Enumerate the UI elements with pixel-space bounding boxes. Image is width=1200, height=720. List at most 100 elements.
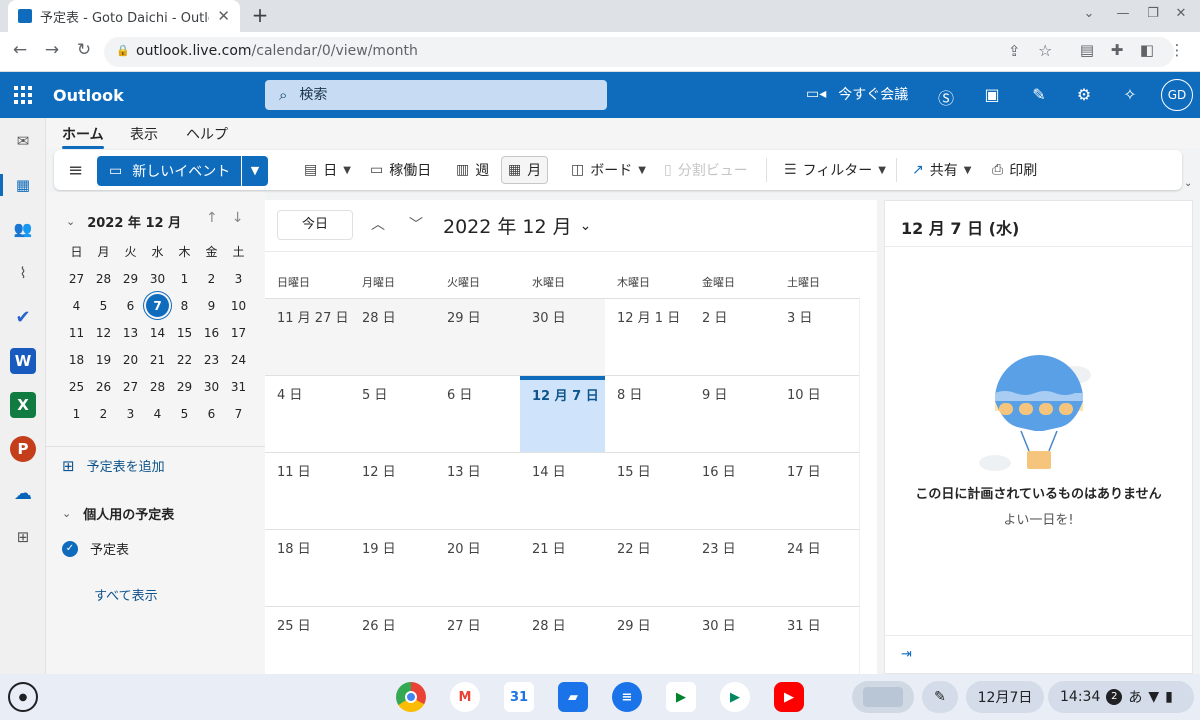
day-cell[interactable]: 27 日 bbox=[435, 607, 520, 683]
mini-day[interactable]: 10 bbox=[225, 292, 252, 319]
share-page-icon[interactable]: ⇪ bbox=[1008, 42, 1021, 60]
day-cell[interactable]: 28 日 bbox=[520, 607, 605, 683]
mail-icon[interactable]: ✉ bbox=[10, 128, 36, 154]
board-view-button[interactable]: ◫ ボード ▼ bbox=[565, 156, 652, 184]
mini-day[interactable]: 4 bbox=[63, 292, 90, 319]
reload-icon[interactable]: ↻ bbox=[72, 40, 96, 60]
my-day-icon[interactable]: ✎ bbox=[1028, 85, 1050, 104]
month-view-button[interactable]: ▦ 月 bbox=[501, 156, 549, 184]
messages-icon[interactable]: ≡ bbox=[612, 682, 642, 712]
word-icon[interactable]: W bbox=[10, 348, 36, 374]
collapse-chevron-icon[interactable]: ⌄ bbox=[66, 215, 75, 228]
mini-day[interactable]: 4 bbox=[144, 400, 171, 427]
day-cell[interactable]: 5 日 bbox=[350, 376, 435, 452]
calendar-icon[interactable]: ▦ bbox=[0, 172, 36, 198]
day-cell[interactable]: 18 日 bbox=[265, 530, 350, 606]
tips-lightbulb-icon[interactable]: ✧ bbox=[1119, 85, 1141, 104]
side-panel-icon[interactable]: ◧ bbox=[1136, 41, 1158, 59]
restore-icon[interactable]: ❐ bbox=[1142, 6, 1164, 21]
calendar-item[interactable]: ✓ 予定表 bbox=[62, 539, 129, 558]
forward-icon[interactable]: → bbox=[40, 40, 64, 60]
mini-day[interactable]: 16 bbox=[198, 319, 225, 346]
day-cell[interactable]: 6 日 bbox=[435, 376, 520, 452]
status-area[interactable]: 14:34 2 あ ▼ ▮ bbox=[1048, 681, 1194, 713]
mini-day-today[interactable]: 7 bbox=[146, 294, 169, 317]
more-apps-icon[interactable]: ⊞ bbox=[10, 524, 36, 550]
meet-now-button[interactable]: ▭◂ 今すぐ会議 bbox=[806, 84, 908, 104]
mini-day[interactable]: 14 bbox=[144, 319, 171, 346]
mini-day[interactable]: 15 bbox=[171, 319, 198, 346]
month-title[interactable]: 2022 年 12 月 ⌄ bbox=[443, 212, 591, 239]
day-cell[interactable]: 26 日 bbox=[350, 607, 435, 683]
day-cell[interactable]: 21 日 bbox=[520, 530, 605, 606]
day-cell[interactable]: 12 月 1 日 bbox=[605, 299, 690, 375]
browser-menu-icon[interactable]: ⋮ bbox=[1166, 41, 1188, 59]
close-window-icon[interactable]: ✕ bbox=[1170, 6, 1192, 21]
excel-icon[interactable]: X bbox=[10, 392, 36, 418]
hamburger-menu-icon[interactable]: ≡ bbox=[62, 156, 89, 184]
day-cell[interactable]: 20 日 bbox=[435, 530, 520, 606]
day-view-button[interactable]: ▤ 日 ▼ bbox=[298, 156, 357, 184]
mini-day[interactable]: 27 bbox=[63, 265, 90, 292]
tab-help[interactable]: ヘルプ bbox=[186, 124, 228, 144]
chrome-icon[interactable] bbox=[396, 682, 426, 712]
share-button[interactable]: ↗ 共有 ▼ bbox=[906, 156, 977, 184]
puzzle-extensions-icon[interactable]: ✚ bbox=[1106, 41, 1128, 59]
day-cell[interactable]: 23 日 bbox=[690, 530, 775, 606]
minimize-icon[interactable]: — bbox=[1112, 6, 1134, 21]
day-cell[interactable]: 25 日 bbox=[265, 607, 350, 683]
calendar-group-header[interactable]: ⌄ 個人用の予定表 bbox=[62, 504, 174, 523]
mini-day[interactable]: 2 bbox=[198, 265, 225, 292]
powerpoint-icon[interactable]: P bbox=[10, 436, 36, 462]
youtube-icon[interactable]: ▶ bbox=[774, 682, 804, 712]
mini-day[interactable]: 5 bbox=[171, 400, 198, 427]
mini-day[interactable]: 30 bbox=[198, 373, 225, 400]
mini-day[interactable]: 28 bbox=[90, 265, 117, 292]
stylus-pen-icon[interactable]: ✎ bbox=[922, 681, 958, 713]
date-button[interactable]: 12月7日 bbox=[966, 681, 1044, 713]
mini-day[interactable]: 18 bbox=[63, 346, 90, 373]
day-cell[interactable]: 30 日 bbox=[520, 299, 605, 375]
app-launcher-icon[interactable] bbox=[14, 86, 32, 104]
mini-day[interactable]: 29 bbox=[117, 265, 144, 292]
onedrive-cloud-icon[interactable]: ☁ bbox=[10, 480, 36, 506]
google-meet-icon[interactable]: ▶ bbox=[666, 682, 696, 712]
browser-tab[interactable]: 予定表 - Goto Daichi - Outlook ✕ bbox=[8, 0, 240, 32]
mini-day[interactable]: 3 bbox=[117, 400, 144, 427]
mini-day[interactable]: 12 bbox=[90, 319, 117, 346]
mini-day[interactable]: 13 bbox=[117, 319, 144, 346]
mini-day[interactable]: 27 bbox=[117, 373, 144, 400]
new-event-dropdown[interactable]: ▼ bbox=[242, 156, 268, 186]
previous-month-icon[interactable]: ↑ bbox=[206, 210, 218, 226]
day-cell[interactable]: 15 日 bbox=[605, 453, 690, 529]
mini-day[interactable]: 17 bbox=[225, 319, 252, 346]
day-cell[interactable]: 10 日 bbox=[775, 376, 860, 452]
today-button[interactable]: 今日 bbox=[277, 210, 353, 240]
mini-day[interactable]: 29 bbox=[171, 373, 198, 400]
day-cell[interactable]: 29 日 bbox=[605, 607, 690, 683]
tab-search-icon[interactable]: ⌄ bbox=[1078, 6, 1100, 21]
mini-day[interactable]: 25 bbox=[63, 373, 90, 400]
next-month-button[interactable]: ﹀ bbox=[409, 214, 423, 234]
skype-icon[interactable]: Ⓢ bbox=[935, 85, 957, 109]
day-cell[interactable]: 16 日 bbox=[690, 453, 775, 529]
new-tab-button[interactable]: + bbox=[248, 4, 272, 28]
search-box[interactable]: ⌕ bbox=[265, 80, 607, 110]
day-cell[interactable]: 30 日 bbox=[690, 607, 775, 683]
back-icon[interactable]: ← bbox=[8, 40, 32, 60]
day-cell[interactable]: 22 日 bbox=[605, 530, 690, 606]
mini-day[interactable]: 30 bbox=[144, 265, 171, 292]
mini-day[interactable]: 20 bbox=[117, 346, 144, 373]
day-cell[interactable]: 17 日 bbox=[775, 453, 860, 529]
day-cell[interactable]: 8 日 bbox=[605, 376, 690, 452]
play-store-icon[interactable]: ▶ bbox=[720, 682, 750, 712]
mini-day[interactable]: 3 bbox=[225, 265, 252, 292]
mini-day[interactable]: 23 bbox=[198, 346, 225, 373]
mini-day[interactable]: 7 bbox=[225, 400, 252, 427]
mini-day[interactable]: 6 bbox=[117, 292, 144, 319]
day-cell[interactable]: 11 月 27 日 bbox=[265, 299, 350, 375]
day-cell[interactable]: 4 日 bbox=[265, 376, 350, 452]
mini-day[interactable]: 21 bbox=[144, 346, 171, 373]
tote-holding-space[interactable] bbox=[852, 681, 914, 713]
next-month-icon[interactable]: ↓ bbox=[232, 210, 244, 226]
